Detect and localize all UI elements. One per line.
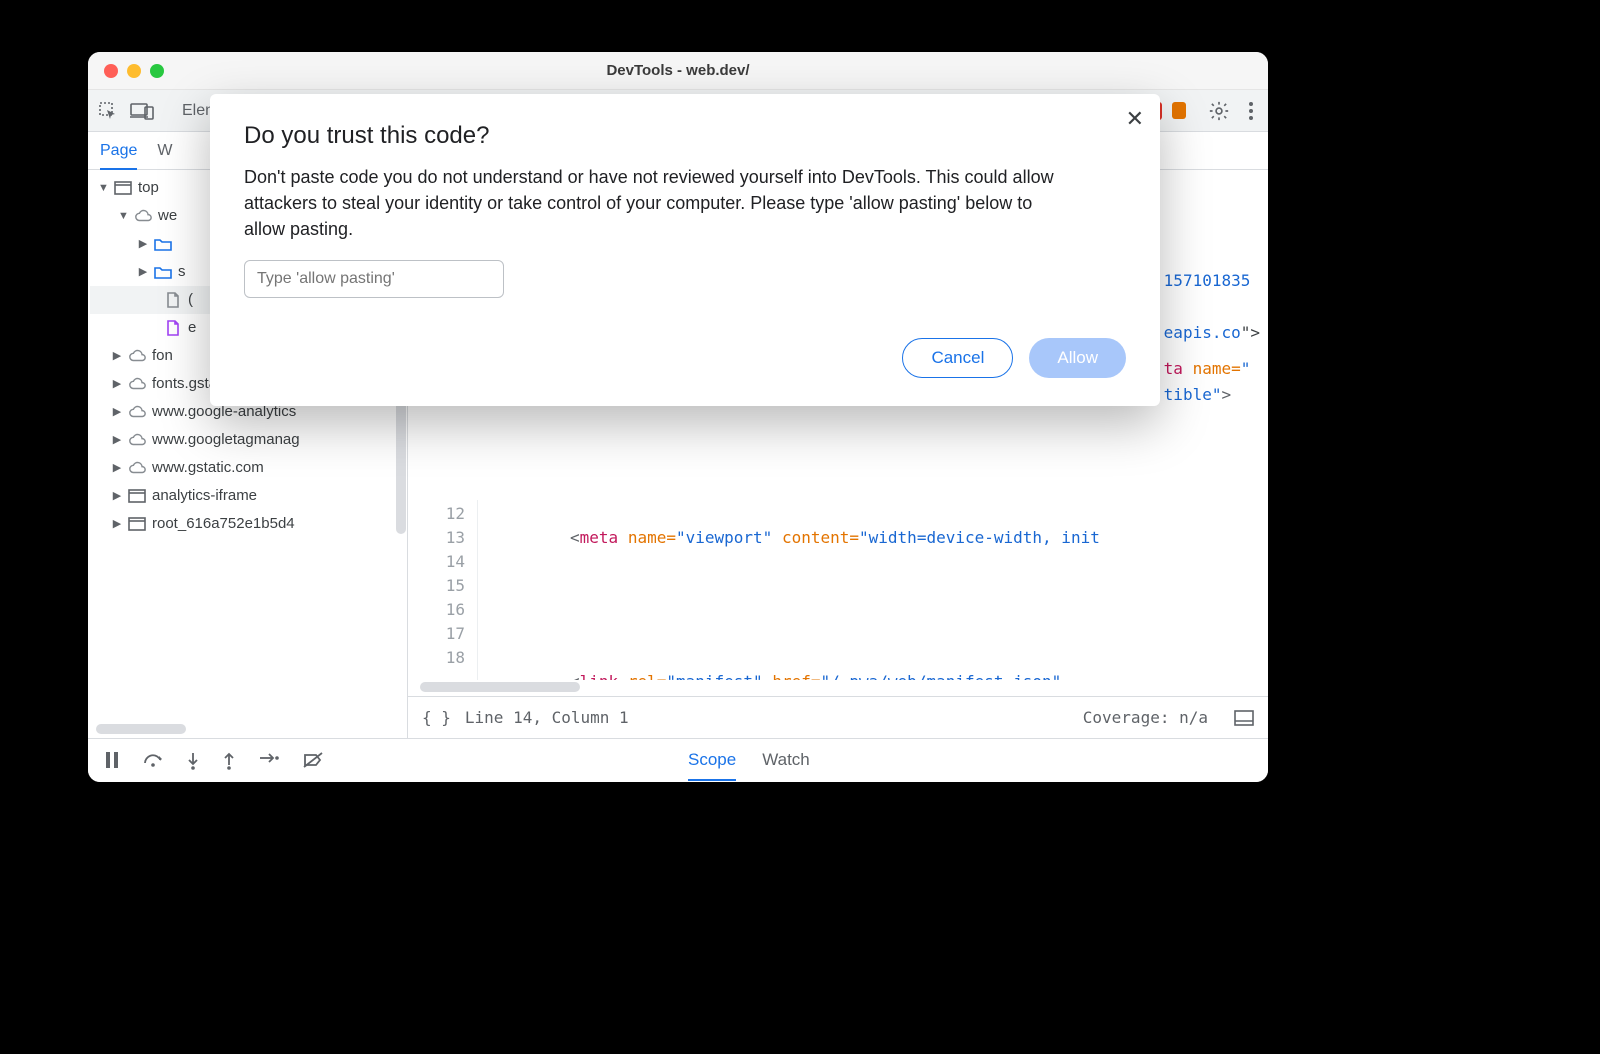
disclosure-icon[interactable]: ▶ [112,370,122,398]
snippet-icon [164,319,182,337]
devtools-window: DevTools - web.dev/ Elements Console Sou… [88,52,1268,782]
tree-node[interactable]: ▶ www.gstatic.com [90,454,407,482]
disclosure-icon[interactable]: ▶ [112,510,122,538]
pause-icon[interactable] [104,751,120,771]
cloud-icon [128,459,146,477]
cursor-position: Line 14, Column 1 [465,708,629,727]
dialog-body: Don't paste code you do not understand o… [244,164,1074,242]
window-icon [128,515,146,533]
device-toggle-icon[interactable] [130,102,154,120]
close-window-button[interactable] [104,64,118,78]
debugger-toolbar: Scope Watch [88,738,1268,782]
step-into-icon[interactable] [186,751,200,771]
disclosure-icon[interactable]: ▶ [138,230,148,258]
cloud-icon [128,431,146,449]
disclosure-icon[interactable]: ▼ [98,174,108,202]
pretty-print-icon[interactable]: { } [422,708,451,727]
close-icon[interactable]: ✕ [1126,108,1144,130]
disclosure-icon[interactable]: ▶ [112,342,122,370]
step-out-icon[interactable] [222,751,236,771]
tab-scope[interactable]: Scope [688,750,736,781]
cloud-icon [128,375,146,393]
trust-code-dialog: ✕ Do you trust this code? Don't paste co… [210,94,1160,406]
scrollbar-horizontal[interactable] [420,682,580,692]
code-fragment: 157101835 eapis.co"> ta name=" tible"> [1164,268,1260,408]
disclosure-icon[interactable]: ▶ [138,258,148,286]
tree-label: analytics-iframe [152,482,257,510]
cloud-icon [128,347,146,365]
folder-icon [154,263,172,281]
cloud-icon [134,207,152,225]
folder-icon [154,235,172,253]
disclosure-icon[interactable]: ▶ [112,398,122,426]
disclosure-icon[interactable]: ▶ [112,454,122,482]
minimize-window-button[interactable] [127,64,141,78]
tree-label: www.gstatic.com [152,454,264,482]
deactivate-breakpoints-icon[interactable] [302,751,324,771]
warn-badge[interactable] [1172,102,1186,119]
tree-node[interactable]: ▶ analytics-iframe [90,482,407,510]
cloud-icon [128,403,146,421]
disclosure-icon[interactable]: ▼ [118,202,128,230]
tree-label: s [178,258,186,286]
cancel-button[interactable]: Cancel [902,338,1013,378]
debugger-tabs: Scope Watch [688,750,810,771]
inspect-icon[interactable] [98,101,118,121]
nav-tab-page[interactable]: Page [100,142,137,170]
tree-label: top [138,174,159,202]
tab-watch[interactable]: Watch [762,750,810,771]
nav-tab-second[interactable]: W [157,142,172,160]
tree-label: fon [152,342,173,370]
tree-label: root_616a752e1b5d4 [152,510,295,538]
allow-button[interactable]: Allow [1029,338,1126,378]
traffic-lights [104,64,164,78]
window-title: DevTools - web.dev/ [88,62,1268,79]
file-icon [164,291,182,309]
dialog-title: Do you trust this code? [244,122,1126,150]
tree-node[interactable]: ▶ www.googletagmanag [90,426,407,454]
step-icon[interactable] [258,751,280,771]
disclosure-icon[interactable]: ▶ [112,482,122,510]
editor-statusbar: { } Line 14, Column 1 Coverage: n/a [408,696,1268,738]
titlebar: DevTools - web.dev/ [88,52,1268,90]
step-over-icon[interactable] [142,751,164,771]
disclosure-icon[interactable]: ▶ [112,426,122,454]
tree-label: ( [188,286,193,314]
tree-node[interactable]: ▶ root_616a752e1b5d4 [90,510,407,538]
code-area[interactable]: <meta name="viewport" content="width=dev… [498,500,1268,680]
tree-label: www.googletagmanag [152,426,300,454]
zoom-window-button[interactable] [150,64,164,78]
line-gutter: 12131415161718 [408,500,478,680]
tree-label: we [158,202,177,230]
kebab-menu-icon[interactable] [1248,101,1254,121]
window-icon [128,487,146,505]
tree-label: e [188,314,196,342]
scrollbar-horizontal[interactable] [96,724,186,734]
allow-pasting-input[interactable] [244,260,504,298]
window-icon [114,179,132,197]
settings-icon[interactable] [1208,100,1230,122]
coverage-label: Coverage: n/a [1083,708,1208,727]
dock-side-icon[interactable] [1234,710,1254,726]
